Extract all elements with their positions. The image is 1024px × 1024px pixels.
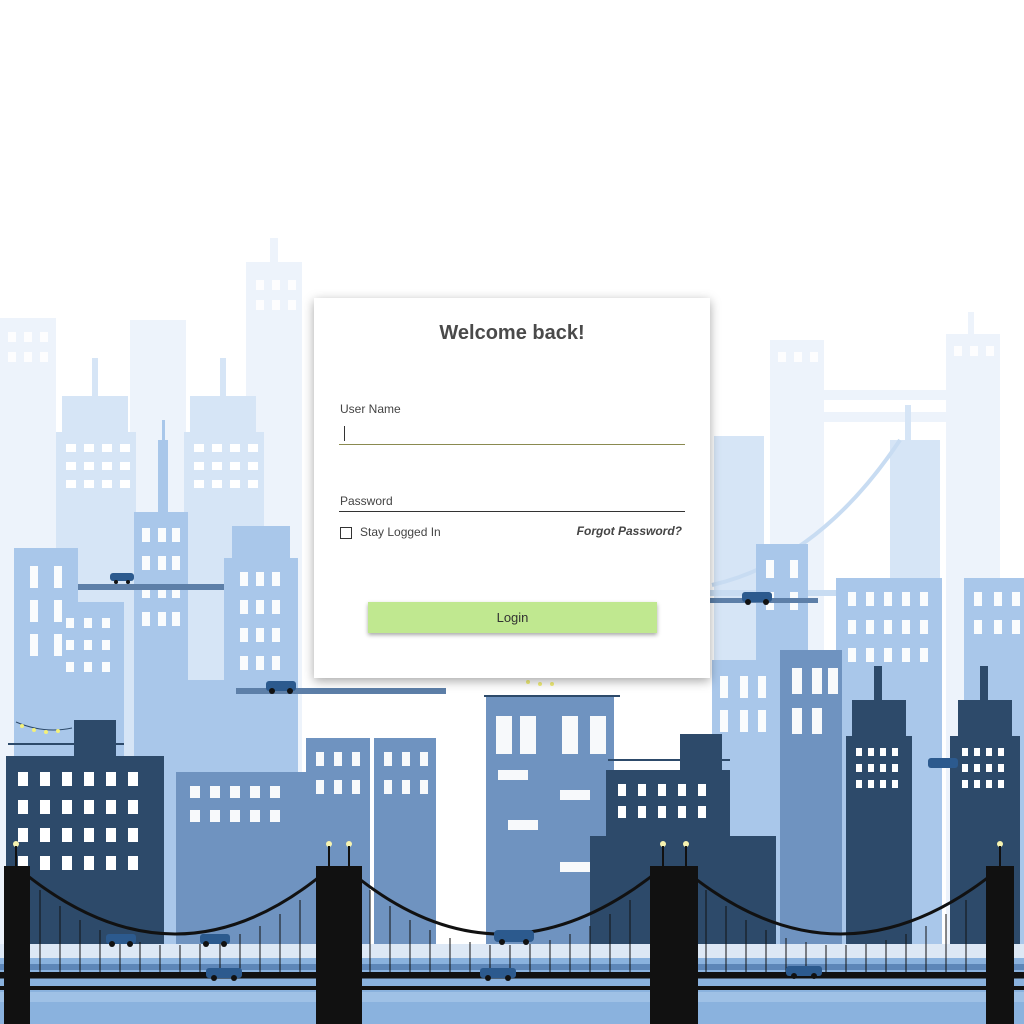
username-label: User Name <box>340 402 401 416</box>
text-cursor <box>344 426 345 441</box>
username-field[interactable] <box>339 422 689 444</box>
stay-logged-in-label[interactable]: Stay Logged In <box>360 525 441 539</box>
forgot-password-link[interactable]: Forgot Password? <box>577 524 682 538</box>
login-page: Welcome back! User Name Password Stay Lo… <box>0 0 1024 1024</box>
username-underline <box>339 444 685 445</box>
password-field[interactable] <box>339 488 689 510</box>
page-title: Welcome back! <box>439 322 585 344</box>
login-button[interactable]: Login <box>368 602 657 633</box>
login-card: Welcome back! User Name Password Stay Lo… <box>314 298 710 678</box>
password-underline <box>339 511 685 512</box>
stay-logged-in-checkbox[interactable] <box>340 527 352 539</box>
